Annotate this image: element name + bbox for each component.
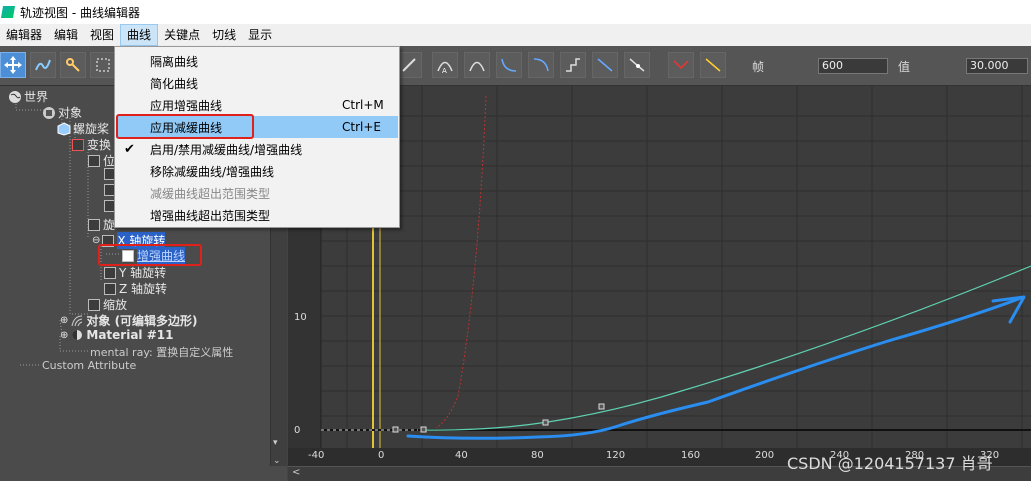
menu-item-simplify-curve[interactable]: 简化曲线	[116, 72, 398, 94]
box-object-icon	[57, 121, 71, 136]
x-tick-label: 160	[681, 450, 701, 461]
tree-scale[interactable]: 缩放	[88, 296, 127, 313]
chevron-left-icon: <	[292, 467, 301, 478]
curve-track-icon	[104, 266, 116, 279]
tree-objects[interactable]: 对象	[42, 104, 82, 121]
region-select-button[interactable]	[90, 52, 116, 78]
unify-tangent-icon	[705, 58, 721, 72]
pencil-curve-icon	[35, 59, 51, 71]
transform-icon	[72, 138, 84, 151]
svg-text:A: A	[442, 67, 447, 74]
position-icon	[88, 154, 100, 167]
menu-bar: 编辑器 编辑 视图 曲线 关键点 切线 显示	[0, 24, 1031, 46]
chevron-down-icon: ▾	[273, 438, 278, 448]
add-keys-button[interactable]	[60, 52, 86, 78]
globe-icon	[9, 90, 21, 103]
title-bar: 轨迹视图 - 曲线编辑器	[0, 0, 1031, 24]
curve-track-icon	[104, 282, 116, 295]
tree-z-rotation[interactable]: Z 轴旋转	[104, 280, 167, 297]
fast-tangent-icon	[501, 58, 517, 72]
shortcut-label: Ctrl+E	[342, 120, 381, 134]
region-icon	[96, 58, 110, 72]
tree-transform[interactable]: 变换	[72, 136, 111, 153]
rotation-icon	[88, 218, 100, 231]
x-tick-label: 200	[755, 450, 775, 461]
x-tick-label: 40	[455, 450, 468, 461]
material-icon	[72, 330, 83, 340]
tree-object-poly[interactable]: ⊕ 对象 (可编辑多边形)	[60, 312, 198, 329]
fast-tangent-button[interactable]	[496, 52, 522, 78]
menu-item-toggle-ease-enhance[interactable]: ✔ 启用/禁用减缓曲线/增强曲线	[116, 138, 398, 160]
linear-tangent-icon	[597, 58, 613, 72]
curves-menu: 隔离曲线 简化曲线 应用增强曲线 Ctrl+M 应用减缓曲线 Ctrl+E ✔ …	[114, 46, 400, 228]
menu-tangents[interactable]: 切线	[206, 24, 242, 46]
expand-icon: ⊕	[60, 315, 69, 326]
window-title: 轨迹视图 - 曲线编辑器	[20, 5, 140, 20]
x-tick-label: 80	[531, 450, 544, 461]
value-field[interactable]: 30.000	[966, 58, 1028, 74]
tree-mental-ray[interactable]: mental ray: 置换自定义属性	[90, 344, 233, 360]
menu-show[interactable]: 显示	[242, 24, 278, 46]
shortcut-label: Ctrl+M	[342, 98, 384, 112]
slow-tangent-button[interactable]	[528, 52, 554, 78]
tree-world[interactable]: 世界	[8, 88, 48, 105]
auto-tangent-button[interactable]: A	[432, 52, 458, 78]
custom-tangent-icon	[629, 58, 645, 72]
x-tick-label: 120	[606, 450, 626, 461]
x-tick-label: -40	[308, 450, 325, 461]
app-icon	[0, 6, 16, 18]
break-tangents-button[interactable]	[668, 52, 694, 78]
checkmark-icon: ✔	[124, 141, 135, 157]
draw-curves-button[interactable]	[30, 52, 56, 78]
menu-item-ease-out-of-range[interactable]: 减缓曲线超出范围类型	[116, 182, 398, 204]
modifier-icon	[71, 315, 83, 326]
tree-propeller[interactable]: 螺旋桨	[57, 120, 109, 137]
tree-y-rotation[interactable]: Y 轴旋转	[104, 264, 166, 281]
menu-item-isolate-curve[interactable]: 隔离曲线	[116, 50, 398, 72]
chevron-down-icon: ⌄	[273, 456, 281, 466]
frame-field[interactable]: 600	[818, 58, 888, 74]
y-tick-label: 10	[294, 312, 307, 323]
menu-view[interactable]: 视图	[84, 24, 120, 46]
watermark: CSDN @1204157137 肖哥	[787, 454, 993, 473]
tangent-a-icon: A	[437, 61, 453, 74]
step-tangent-icon	[566, 58, 580, 72]
expand-icon: ⊕	[60, 329, 69, 341]
menu-edit[interactable]: 编辑	[48, 24, 84, 46]
x-tick-label: 0	[378, 450, 385, 461]
smooth-tangent-icon	[469, 61, 485, 72]
unify-tangents-button[interactable]	[700, 52, 726, 78]
menu-item-remove-ease-enhance[interactable]: 移除减缓曲线/增强曲线	[116, 160, 398, 182]
annotation-box-menu	[116, 114, 254, 139]
key-icon	[66, 58, 80, 72]
frame-label: 帧	[752, 60, 765, 74]
menu-keys[interactable]: 关键点	[158, 24, 206, 46]
smooth-tangent-button[interactable]	[464, 52, 490, 78]
menu-curves[interactable]: 曲线	[120, 24, 159, 46]
y-tick-label: 0	[294, 425, 301, 436]
tree-material[interactable]: ⊕ Material #11	[60, 328, 173, 342]
tree-position[interactable]: 位	[88, 152, 115, 169]
break-tangent-icon	[673, 60, 689, 70]
menu-editor[interactable]: 编辑器	[0, 24, 48, 46]
custom-tangent-button[interactable]	[624, 52, 650, 78]
tree-custom-attribute[interactable]: Custom Attribute	[42, 359, 136, 372]
scale-icon	[88, 298, 100, 311]
move-keys-button[interactable]	[0, 52, 26, 78]
step-tangent-button[interactable]	[560, 52, 586, 78]
menu-item-enhance-out-of-range[interactable]: 增强曲线超出范围类型	[116, 204, 398, 226]
linear-tangent-button[interactable]	[592, 52, 618, 78]
line-icon	[402, 58, 416, 72]
objects-icon	[43, 106, 55, 119]
menu-item-apply-enhance-curve[interactable]: 应用增强曲线 Ctrl+M	[116, 94, 398, 116]
value-label: 值	[898, 60, 911, 74]
slow-tangent-icon	[533, 58, 549, 72]
annotation-box-tree	[98, 244, 202, 266]
tree-rotation[interactable]: 旋	[88, 216, 115, 233]
move-arrows-icon	[4, 56, 22, 74]
